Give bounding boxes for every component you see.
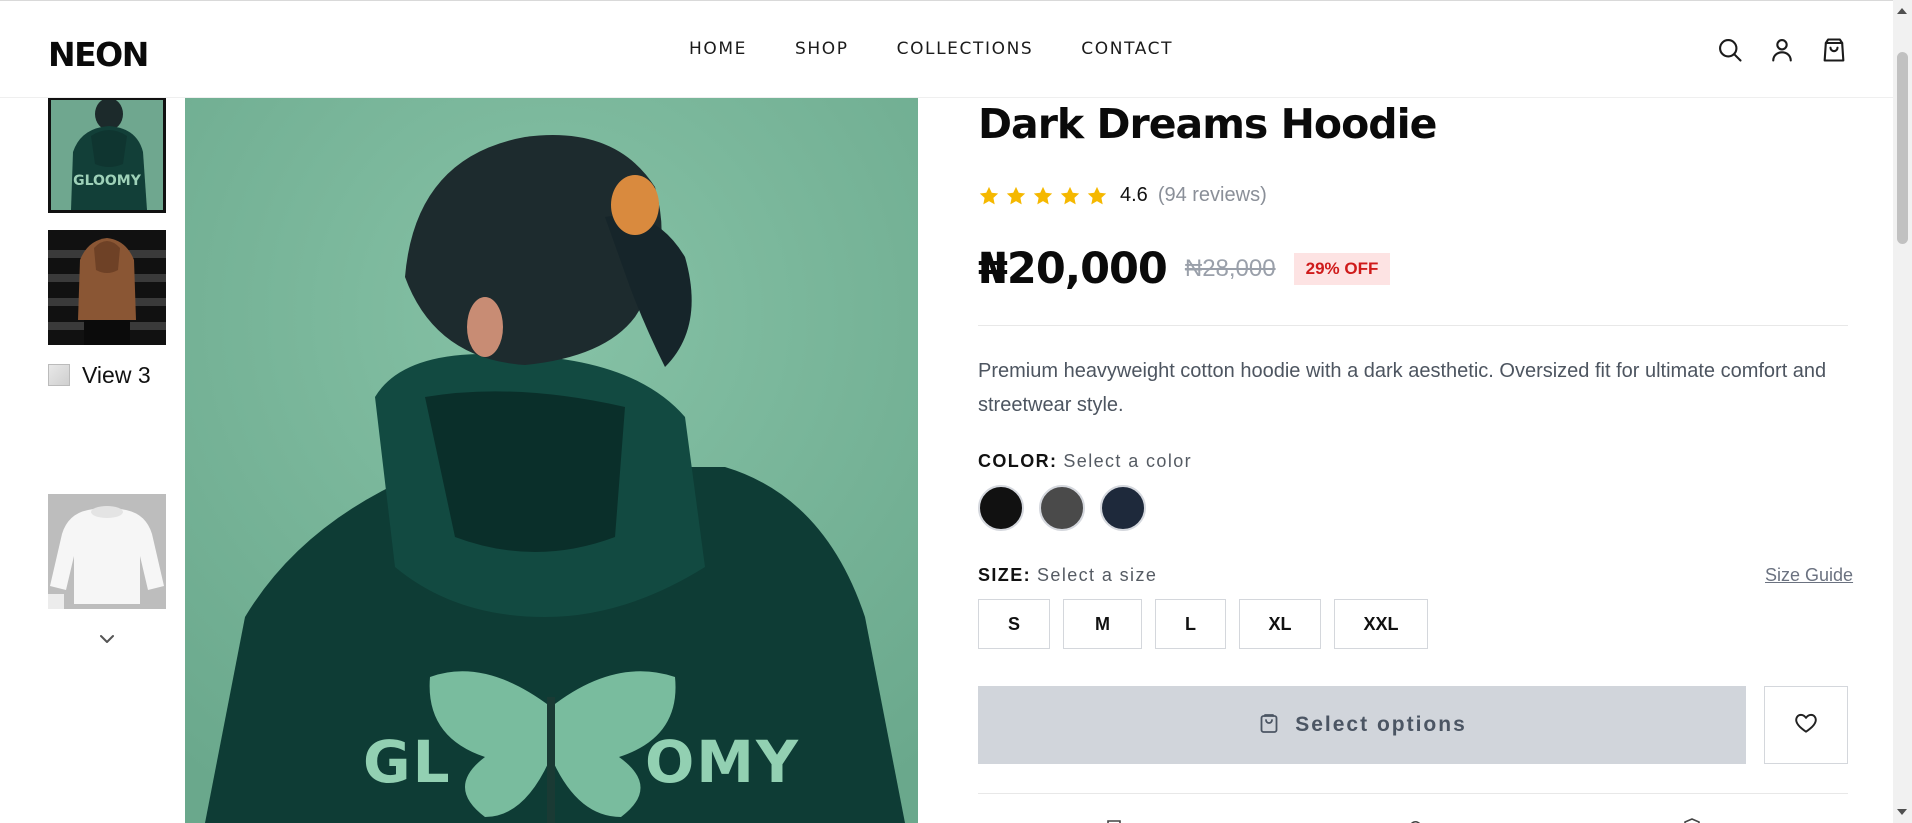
broken-image-icon xyxy=(48,364,70,386)
star-icon xyxy=(1006,186,1026,204)
product-rating: 4.6 (94 reviews) xyxy=(978,184,1267,207)
select-options-button[interactable]: Select options xyxy=(978,686,1746,764)
header-actions xyxy=(1716,36,1848,64)
star-icon xyxy=(979,186,999,204)
user-icon[interactable] xyxy=(1768,36,1796,64)
scroll-up-arrow-icon[interactable] xyxy=(1897,8,1907,14)
shopping-bag-icon xyxy=(1257,711,1281,740)
thumbnail-1[interactable]: GLOOMY xyxy=(48,97,166,213)
feature-icon-truncated xyxy=(1682,815,1702,823)
divider xyxy=(978,793,1848,794)
wishlist-button[interactable] xyxy=(1764,686,1848,764)
size-button-m[interactable]: M xyxy=(1063,599,1142,649)
logo[interactable]: NEON xyxy=(48,35,149,74)
thumbnail-3-broken-image[interactable]: View 3 xyxy=(48,362,166,412)
heart-icon xyxy=(1793,710,1819,741)
feature-icon-truncated xyxy=(1104,815,1124,823)
star-icon xyxy=(1033,186,1053,204)
select-options-label: Select options xyxy=(1295,713,1467,736)
price-row: ₦20,000 ₦28,000 29% OFF xyxy=(978,244,1391,294)
site-header: NEON HOME SHOP COLLECTIONS CONTACT xyxy=(0,0,1893,98)
thumbnail-3-alt-text: View 3 xyxy=(82,362,151,388)
svg-text:GLOOMY: GLOOMY xyxy=(73,173,142,189)
shopping-bag-icon[interactable] xyxy=(1820,36,1848,64)
divider xyxy=(978,325,1848,326)
size-button-xxl[interactable]: XXL xyxy=(1334,599,1428,649)
color-swatch-charcoal[interactable] xyxy=(1039,485,1085,531)
product-title: Dark Dreams Hoodie xyxy=(978,100,1437,148)
size-button-l[interactable]: L xyxy=(1155,599,1226,649)
color-swatch-navy[interactable] xyxy=(1100,485,1146,531)
rating-stars xyxy=(978,185,1108,207)
size-button-s[interactable]: S xyxy=(978,599,1050,649)
product-description: Premium heavyweight cotton hoodie with a… xyxy=(978,360,1827,416)
nav-shop[interactable]: SHOP xyxy=(795,39,849,59)
size-options: S M L XL XXL xyxy=(978,599,1428,649)
nav-contact[interactable]: CONTACT xyxy=(1081,39,1173,59)
hoodie-print-text-right: OMY xyxy=(645,728,800,796)
star-icon xyxy=(1060,186,1080,204)
size-label-title: SIZE: xyxy=(978,565,1032,585)
size-selection-prompt: Select a size xyxy=(1037,565,1158,585)
rating-value: 4.6 xyxy=(1120,184,1148,206)
color-swatch-black[interactable] xyxy=(978,485,1024,531)
star-icon xyxy=(1087,186,1107,204)
original-price: ₦28,000 xyxy=(1184,255,1276,282)
nav-home[interactable]: HOME xyxy=(689,39,747,59)
scrollbar-thumb[interactable] xyxy=(1897,52,1908,244)
chevron-down-icon[interactable] xyxy=(97,632,117,646)
thumbnail-2[interactable] xyxy=(48,230,166,345)
current-price: ₦20,000 xyxy=(978,244,1168,294)
main-product-image[interactable]: GL OMY xyxy=(185,97,918,823)
thumbnail-4[interactable] xyxy=(48,494,166,609)
size-label: SIZE: Select a size xyxy=(978,565,1157,586)
main-nav: HOME SHOP COLLECTIONS CONTACT xyxy=(689,39,1173,59)
feature-icon-truncated xyxy=(1404,815,1424,823)
review-count[interactable]: (94 reviews) xyxy=(1158,184,1267,207)
scroll-down-arrow-icon[interactable] xyxy=(1897,809,1907,815)
color-selection-prompt: Select a color xyxy=(1063,451,1193,471)
nav-collections[interactable]: COLLECTIONS xyxy=(897,39,1034,59)
search-icon[interactable] xyxy=(1716,36,1744,64)
size-button-xl[interactable]: XL xyxy=(1239,599,1321,649)
color-label-title: COLOR: xyxy=(978,451,1058,471)
color-swatches xyxy=(978,485,1146,531)
size-guide-link[interactable]: Size Guide xyxy=(1765,565,1853,586)
hoodie-print-text-left: GL xyxy=(363,728,452,796)
color-label: COLOR: Select a color xyxy=(978,451,1192,472)
discount-badge: 29% OFF xyxy=(1293,253,1391,285)
page-scrollbar[interactable] xyxy=(1893,0,1912,823)
